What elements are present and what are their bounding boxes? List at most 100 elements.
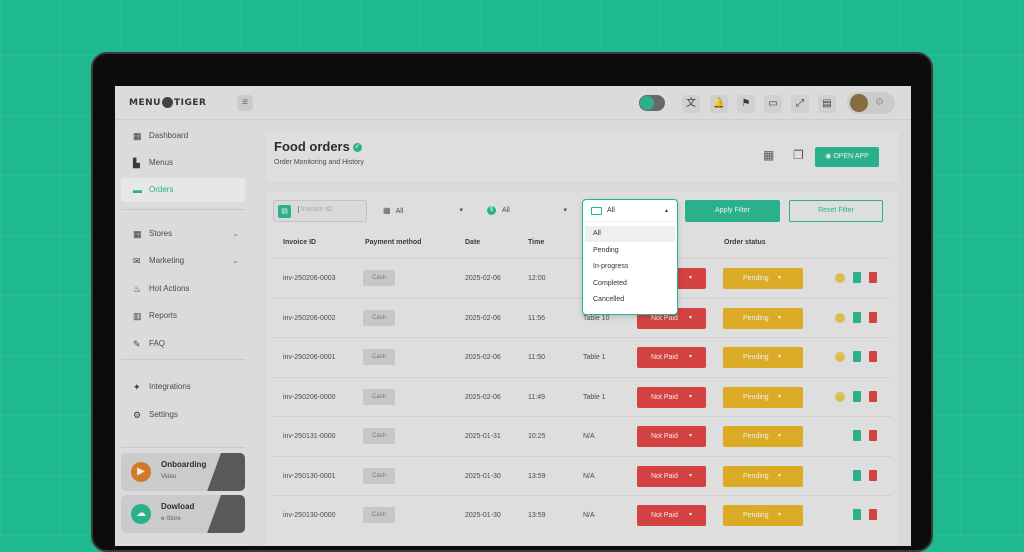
- table-filter-select[interactable]: ▦ All ▾: [383, 200, 463, 222]
- receipt-icon[interactable]: ▤: [818, 95, 836, 113]
- payment-status-label: Not Paid: [651, 393, 678, 401]
- payment-status-button[interactable]: Not Paid ▾: [637, 505, 706, 526]
- document-icon[interactable]: [853, 311, 861, 323]
- trash-icon[interactable]: [869, 272, 877, 283]
- dropdown-option-completed[interactable]: Completed: [585, 276, 675, 292]
- chevron-down-icon: ⌄: [232, 256, 239, 265]
- payment-status-button[interactable]: Not Paid ▾: [637, 426, 706, 447]
- payment-status-button[interactable]: Not Paid ▾: [637, 386, 706, 408]
- order-time: 13:59: [528, 512, 546, 519]
- header-time: Time: [528, 239, 545, 246]
- order-status-button[interactable]: Pending ▾: [723, 386, 803, 408]
- table-row[interactable]: inv-250130-0000 Cash 2025-01-30 13:59 N/A Not…: [273, 495, 891, 534]
- order-time: 10:25: [528, 433, 546, 440]
- expand-icon[interactable]: ⤢: [791, 95, 809, 113]
- reset-filter-button[interactable]: Reset Filter: [789, 200, 883, 222]
- sidebar-card-dowload[interactable]: ☁ Dowload e-Store: [121, 495, 245, 533]
- trash-icon[interactable]: [869, 430, 877, 441]
- devices-icon[interactable]: ▭: [764, 95, 782, 113]
- star-icon[interactable]: [835, 312, 845, 323]
- sidebar-item-orders[interactable]: ▬ Orders: [121, 178, 245, 202]
- order-status-label: Pending: [743, 314, 769, 322]
- payment-filter-select[interactable]: $ All ▾: [487, 200, 567, 222]
- sidebar-card-onboarding[interactable]: ▶ Onboarding Video: [121, 453, 245, 491]
- order-date: 2025-02-06: [465, 314, 501, 322]
- caret-down-icon: ▾: [688, 393, 692, 400]
- dropdown-option-cancelled[interactable]: Cancelled: [585, 292, 675, 308]
- sidebar-item-marketing[interactable]: ✉ Marketing ⌄: [121, 249, 245, 273]
- dropdown-option-all[interactable]: All: [585, 226, 675, 242]
- sidebar-item-label: Settings: [149, 410, 178, 419]
- trash-icon[interactable]: [869, 469, 877, 481]
- order-status-button[interactable]: Pending ▾: [723, 268, 803, 289]
- header-order-status: Order status: [724, 239, 766, 246]
- truck-icon: [591, 207, 602, 215]
- table-icon: ▦: [383, 206, 391, 215]
- invoice-id: inv-250206-0003: [283, 275, 336, 282]
- star-icon[interactable]: [835, 391, 845, 402]
- document-icon[interactable]: [853, 509, 861, 520]
- chevron-down-icon: ▾: [459, 207, 463, 214]
- order-date: 2025-01-30: [465, 512, 501, 519]
- status-filter-select[interactable]: All ▴: [583, 200, 676, 222]
- sidebar-item-integrations[interactable]: ✦ Integrations: [121, 375, 245, 399]
- order-status-button[interactable]: Pending ▾: [723, 465, 803, 487]
- orders-icon: ▬: [133, 185, 142, 195]
- table-row[interactable]: inv-250206-0001 Cash 2025-02-06 11:50 Table …: [273, 337, 891, 376]
- trash-icon[interactable]: [869, 311, 877, 323]
- trash-icon[interactable]: [869, 351, 877, 362]
- sidebar-item-settings[interactable]: ⚙ Settings: [121, 403, 245, 427]
- document-icon[interactable]: [853, 390, 861, 402]
- document-icon[interactable]: [853, 272, 861, 283]
- document-icon[interactable]: [853, 430, 861, 441]
- order-time: 13:59: [528, 472, 546, 480]
- hamburger-menu-button[interactable]: ≡: [237, 95, 253, 111]
- dropdown-option-pending[interactable]: Pending: [585, 243, 675, 259]
- status-filter-dropdown[interactable]: All ▴ All Pending In-progress Completed Cance…: [582, 199, 678, 315]
- star-icon[interactable]: [835, 273, 845, 283]
- caret-down-icon: ▾: [777, 393, 781, 400]
- invoice-search-input[interactable]: ▤ Invoice ID: [273, 200, 367, 222]
- sidebar-divider: [121, 447, 245, 448]
- star-icon[interactable]: [835, 352, 845, 362]
- trash-icon[interactable]: [869, 390, 877, 402]
- header-payment-method: Payment method: [365, 239, 422, 246]
- sidebar-item-faq[interactable]: ✎ FAQ: [121, 332, 245, 356]
- payment-status-button[interactable]: Not Paid ▾: [637, 347, 706, 368]
- user-avatar[interactable]: ⚙: [847, 92, 895, 114]
- sidebar-item-label: FAQ: [149, 339, 166, 348]
- flag-icon[interactable]: ⚑: [737, 95, 755, 113]
- apply-filter-button[interactable]: Apply Filter: [685, 200, 780, 222]
- dropdown-option-in-progress[interactable]: In-progress: [585, 259, 675, 275]
- chat-icon: ✎: [133, 339, 141, 349]
- sidebar-item-hot-actions[interactable]: ♨ Hot Actions: [121, 277, 245, 301]
- order-time: 11:49: [528, 393, 545, 401]
- document-icon[interactable]: [853, 469, 861, 481]
- translate-icon[interactable]: 文: [682, 95, 700, 113]
- copy-icon[interactable]: ❐: [793, 148, 804, 162]
- open-app-button[interactable]: ◉ OPEN APP: [815, 147, 879, 167]
- document-icon[interactable]: [853, 351, 861, 362]
- dollar-icon: $: [487, 205, 496, 215]
- order-status-button[interactable]: Pending ▾: [723, 307, 803, 329]
- sidebar-item-label: Hot Actions: [149, 284, 190, 293]
- table-name: N/A: [583, 512, 595, 519]
- sidebar-item-dashboard[interactable]: ▦ Dashboard: [121, 124, 245, 148]
- order-status-button[interactable]: Pending ▾: [723, 505, 803, 526]
- trash-icon[interactable]: [869, 509, 877, 520]
- payment-status-button[interactable]: Not Paid ▾: [637, 465, 706, 487]
- table-row[interactable]: inv-250206-0000 Cash 2025-02-06 11:49 Table …: [273, 376, 891, 416]
- sidebar-item-menus[interactable]: ▙ Menus: [121, 151, 245, 175]
- caret-down-icon: ▾: [777, 354, 781, 360]
- qr-code-icon[interactable]: ▦: [763, 148, 774, 162]
- bell-icon[interactable]: 🔔: [710, 95, 728, 113]
- table-row[interactable]: inv-250130-0001 Cash 2025-01-30 13:59 N/A Not…: [273, 455, 891, 495]
- sidebar-item-label: Dashboard: [149, 131, 189, 140]
- order-status-button[interactable]: Pending ▾: [723, 426, 803, 447]
- sidebar-item-reports[interactable]: ▥ Reports: [121, 304, 245, 328]
- sidebar-item-stores[interactable]: ▦ Stores ⌄: [121, 222, 245, 246]
- table-row[interactable]: inv-250131-0000 Cash 2025-01-31 10:25 N/A Not…: [273, 416, 891, 455]
- theme-toggle[interactable]: [639, 95, 665, 111]
- sidebar-divider: [121, 209, 245, 210]
- order-status-button[interactable]: Pending ▾: [723, 347, 803, 368]
